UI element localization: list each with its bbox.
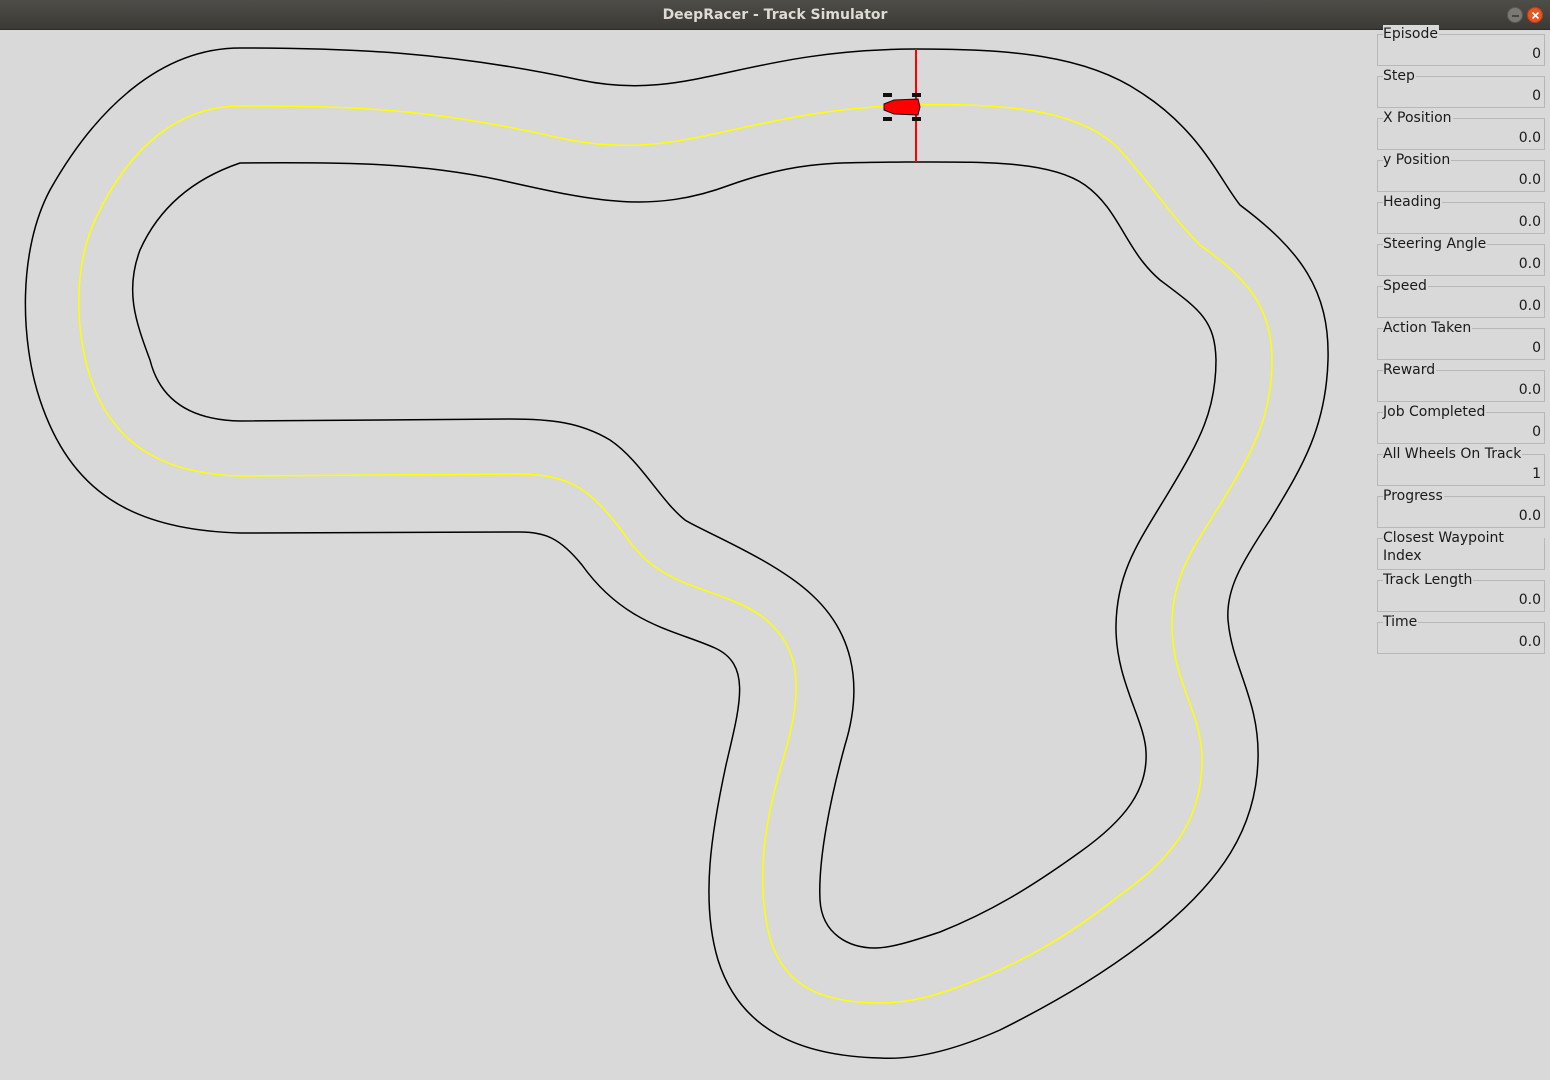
stat-label: All Wheels On Track [1383, 445, 1523, 463]
stat-label: Track Length [1383, 571, 1474, 589]
stat-time: Time 0.0 [1377, 613, 1545, 654]
stat-action-taken: Action Taken 0 [1377, 319, 1545, 360]
minimize-button[interactable] [1507, 7, 1523, 23]
stat-value: 0.0 [1518, 298, 1541, 314]
stat-label: y Position [1383, 151, 1452, 169]
stat-job-completed: Job Completed 0 [1377, 403, 1545, 444]
stat-label: Closest Waypoint Index [1383, 529, 1544, 565]
stat-label: Step [1383, 67, 1416, 85]
stat-value: 0.0 [1518, 172, 1541, 188]
minimize-icon [1512, 15, 1519, 17]
stat-value: 0.0 [1518, 508, 1541, 524]
stat-label: Action Taken [1383, 319, 1473, 337]
stat-value: 0.0 [1518, 214, 1541, 230]
stat-closest-waypoint-index: Closest Waypoint Index0.0 [1377, 529, 1545, 570]
stat-value: 0.0 [1518, 634, 1541, 650]
stat-reward: Reward 0.0 [1377, 361, 1545, 402]
stat-label: Heading [1383, 193, 1443, 211]
stat-track-length: Track Length 0.0 [1377, 571, 1545, 612]
stat-value: 0.0 [1518, 256, 1541, 272]
stat-label: Episode [1383, 25, 1439, 43]
stat-value: 0 [1532, 88, 1541, 104]
stat-y-position: y Position 0.0 [1377, 151, 1545, 192]
stat-speed: Speed 0.0 [1377, 277, 1545, 318]
stat-label: Job Completed [1383, 403, 1487, 421]
track-canvas [24, 47, 1329, 1060]
car-wheel-front-top [883, 93, 892, 97]
stat-x-position: X Position 0.0 [1377, 109, 1545, 150]
track-inner-border [131, 161, 1217, 949]
stat-label: Time [1383, 613, 1419, 631]
title-bar: DeepRacer - Track Simulator [0, 0, 1550, 30]
stat-step: Step 0 [1377, 67, 1545, 108]
track-centerline [78, 103, 1273, 1004]
car-body [883, 98, 921, 116]
stat-value: 0.0 [1518, 382, 1541, 398]
car-wheel-rear-bottom [912, 117, 921, 121]
stat-label: Progress [1383, 487, 1444, 505]
stat-steering-angle: Steering Angle 0.0 [1377, 235, 1545, 276]
stat-value: 0.0 [1518, 592, 1541, 608]
stat-all-wheels-on-track: All Wheels On Track 1 [1377, 445, 1545, 486]
stat-label: Steering Angle [1383, 235, 1488, 253]
stat-value: 0 [1532, 46, 1541, 62]
stat-episode: Episode 0 [1377, 25, 1545, 66]
stats-panel: Episode 0 Step 0 X Position 0.0 y Position 0.0 H… [1377, 25, 1545, 664]
stat-label: Speed [1383, 277, 1428, 295]
car-wheel-rear-top [912, 93, 921, 97]
stat-label: X Position [1383, 109, 1453, 127]
car-wheel-front-bottom [883, 117, 892, 121]
stat-progress: Progress 0.0 [1377, 487, 1545, 528]
window-title: DeepRacer - Track Simulator [662, 7, 888, 23]
stat-label: Reward [1383, 361, 1437, 379]
stat-value: 1 [1532, 466, 1541, 482]
stat-value: 0 [1532, 424, 1541, 440]
stat-value: 0.0 [1518, 130, 1541, 146]
close-button[interactable] [1527, 7, 1543, 23]
stat-heading: Heading 0.0 [1377, 193, 1545, 234]
stat-value: 0 [1532, 340, 1541, 356]
close-icon [1531, 11, 1540, 20]
